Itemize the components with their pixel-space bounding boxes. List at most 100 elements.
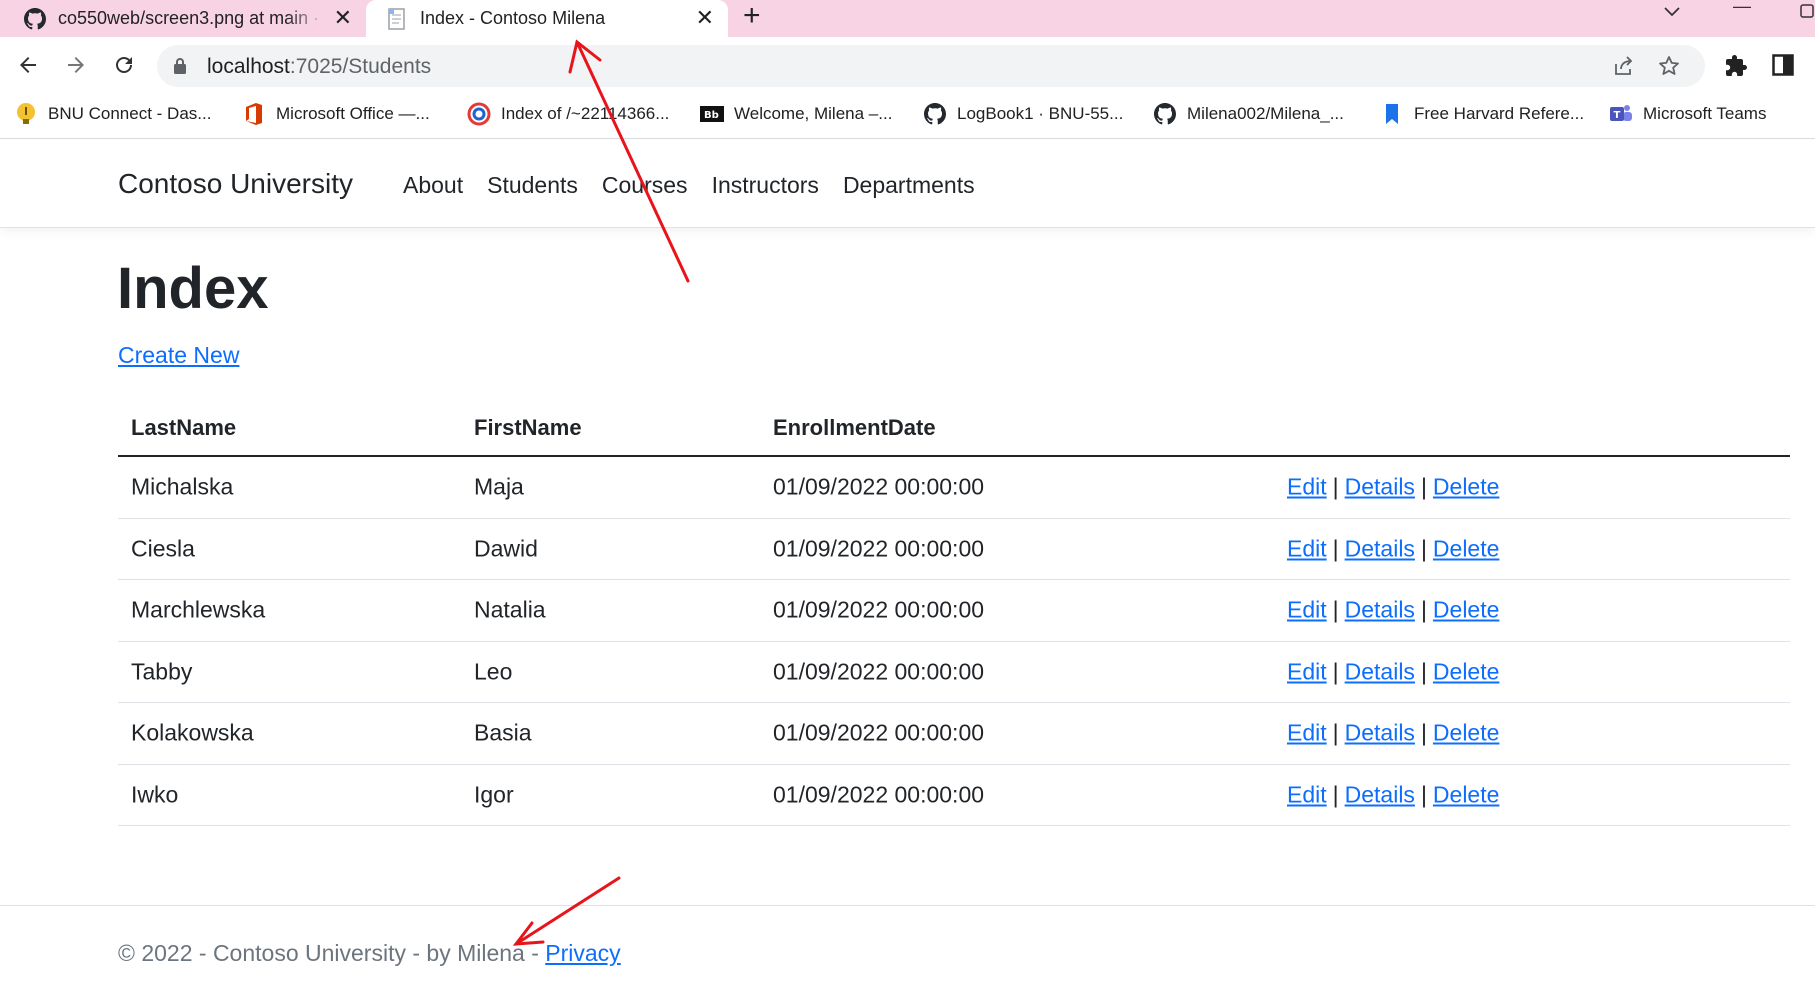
cell-firstname: Maja (474, 473, 524, 500)
blackboard-icon: Bb (700, 102, 724, 126)
table-row: Iwko Igor 01/09/2022 00:00:00 Edit | Details |… (118, 765, 1790, 826)
cell-firstname: Igor (474, 781, 514, 808)
nav-links: About Students Courses Instructors Depar… (403, 172, 975, 199)
separator: | (1420, 596, 1427, 623)
cell-firstname: Leo (474, 658, 513, 685)
github-icon (923, 102, 947, 126)
cell-enrollmentdate: 01/09/2022 00:00:00 (773, 596, 985, 623)
row-actions: Edit | Details | Delete (1287, 658, 1499, 685)
side-panel-icon[interactable] (1772, 54, 1794, 76)
office-icon (242, 102, 266, 126)
delete-link[interactable]: Delete (1433, 720, 1499, 746)
star-icon[interactable] (1657, 54, 1681, 78)
puzzle-icon[interactable] (1724, 54, 1748, 78)
browser-toolbar: localhost:7025/Students (0, 37, 1815, 93)
edit-link[interactable]: Edit (1287, 535, 1327, 561)
nav-students[interactable]: Students (487, 172, 578, 199)
cell-firstname: Natalia (474, 596, 546, 623)
reload-icon (116, 56, 132, 73)
tab-title: Index - Contoso Milena (420, 8, 606, 28)
delete-link[interactable]: Delete (1433, 597, 1499, 623)
bookmark-item[interactable]: BNU Connect - Das... (14, 102, 211, 126)
tab-search-chevron-icon[interactable] (1663, 2, 1681, 23)
separator: | (1332, 596, 1339, 623)
svg-text:Bb: Bb (704, 110, 719, 121)
bookmark-label: Microsoft Office —... (276, 104, 430, 123)
delete-link[interactable]: Delete (1433, 658, 1499, 684)
bookmark-label: Index of /~22114366... (501, 104, 670, 123)
share-icon[interactable] (1613, 55, 1635, 77)
details-link[interactable]: Details (1345, 597, 1415, 623)
copyright-text: © 2022 - Contoso University - by Milena … (118, 940, 546, 966)
nav-departments[interactable]: Departments (843, 172, 975, 199)
row-actions: Edit | Details | Delete (1287, 535, 1499, 562)
github-icon (24, 7, 46, 29)
separator: | (1332, 781, 1339, 808)
separator: | (1332, 658, 1339, 685)
browser-tab-github[interactable]: co550web/screen3.png at main · ✕ (0, 0, 366, 37)
privacy-link[interactable]: Privacy (545, 940, 620, 966)
bookmark-item[interactable]: Free Harvard Refere... (1380, 102, 1584, 126)
delete-link[interactable]: Delete (1433, 535, 1499, 561)
cell-enrollmentdate: 01/09/2022 00:00:00 (773, 781, 985, 808)
table-row: Ciesla Dawid 01/09/2022 00:00:00 Edit | Detai… (118, 519, 1790, 580)
browser-tab-active[interactable]: Index - Contoso Milena ✕ (366, 0, 728, 37)
table-body: Michalska Maja 01/09/2022 00:00:00 Edit | Det… (118, 457, 1790, 826)
details-link[interactable]: Details (1345, 658, 1415, 684)
reload-button[interactable] (108, 49, 140, 81)
arrow-right-icon (68, 57, 84, 73)
new-tab-button[interactable]: + (743, 1, 761, 31)
bookmark-item[interactable]: Milena002/Milena_... (1153, 102, 1344, 126)
nav-courses[interactable]: Courses (602, 172, 688, 199)
brand-link[interactable]: Contoso University (118, 168, 353, 200)
cell-enrollmentdate: 01/09/2022 00:00:00 (773, 658, 985, 685)
column-header-enrollmentdate: EnrollmentDate (773, 414, 936, 440)
bookmark-label: Microsoft Teams (1643, 104, 1767, 123)
url-host: localhost (207, 55, 290, 78)
details-link[interactable]: Details (1345, 781, 1415, 807)
row-actions: Edit | Details | Delete (1287, 720, 1499, 747)
edit-link[interactable]: Edit (1287, 781, 1327, 807)
edit-link[interactable]: Edit (1287, 658, 1327, 684)
bookmark-item[interactable]: Index of /~22114366... (467, 102, 669, 126)
minimize-icon[interactable]: — (1733, 0, 1751, 17)
close-icon[interactable]: ✕ (696, 7, 714, 29)
footer-text: © 2022 - Contoso University - by Milena … (118, 940, 621, 967)
separator: | (1332, 535, 1339, 562)
separator: | (1332, 719, 1339, 746)
nav-instructors[interactable]: Instructors (712, 172, 819, 199)
cell-firstname: Basia (474, 719, 532, 746)
forward-button[interactable] (60, 49, 92, 81)
separator: | (1420, 473, 1427, 500)
table-row: Kolakowska Basia 01/09/2022 00:00:00 Edit | D… (118, 703, 1790, 765)
browser-tabstrip: co550web/screen3.png at main · ✕ Index -… (0, 0, 1815, 37)
details-link[interactable]: Details (1345, 474, 1415, 500)
url-text: localhost:7025/Students (207, 55, 431, 79)
address-bar[interactable]: localhost:7025/Students (157, 45, 1705, 87)
close-icon[interactable]: ✕ (334, 7, 352, 29)
students-table: LastName FirstName EnrollmentDate Michal… (118, 400, 1790, 826)
back-button[interactable] (12, 49, 44, 81)
nav-about[interactable]: About (403, 172, 463, 199)
delete-link[interactable]: Delete (1433, 781, 1499, 807)
edit-link[interactable]: Edit (1287, 597, 1327, 623)
restore-icon[interactable] (1800, 2, 1814, 23)
bookmark-label: LogBook1 · BNU-55... (957, 104, 1124, 123)
create-new-link[interactable]: Create New (118, 342, 239, 369)
edit-link[interactable]: Edit (1287, 720, 1327, 746)
details-link[interactable]: Details (1345, 535, 1415, 561)
details-link[interactable]: Details (1345, 720, 1415, 746)
edit-link[interactable]: Edit (1287, 474, 1327, 500)
table-row: Michalska Maja 01/09/2022 00:00:00 Edit | Det… (118, 457, 1790, 519)
bookmark-item[interactable]: LogBook1 · BNU-55... (923, 102, 1123, 126)
cell-enrollmentdate: 01/09/2022 00:00:00 (773, 473, 985, 500)
separator: | (1420, 719, 1427, 746)
cell-firstname: Dawid (474, 535, 538, 562)
table-row: Tabby Leo 01/09/2022 00:00:00 Edit | Details |… (118, 642, 1790, 703)
delete-link[interactable]: Delete (1433, 474, 1499, 500)
bookmark-item[interactable]: Microsoft Office —... (242, 102, 430, 126)
row-actions: Edit | Details | Delete (1287, 597, 1499, 624)
bookmark-item[interactable]: Bb Welcome, Milena –... (700, 102, 892, 126)
bookmark-item[interactable]: T Microsoft Teams (1609, 102, 1766, 126)
lock-icon (174, 58, 186, 74)
